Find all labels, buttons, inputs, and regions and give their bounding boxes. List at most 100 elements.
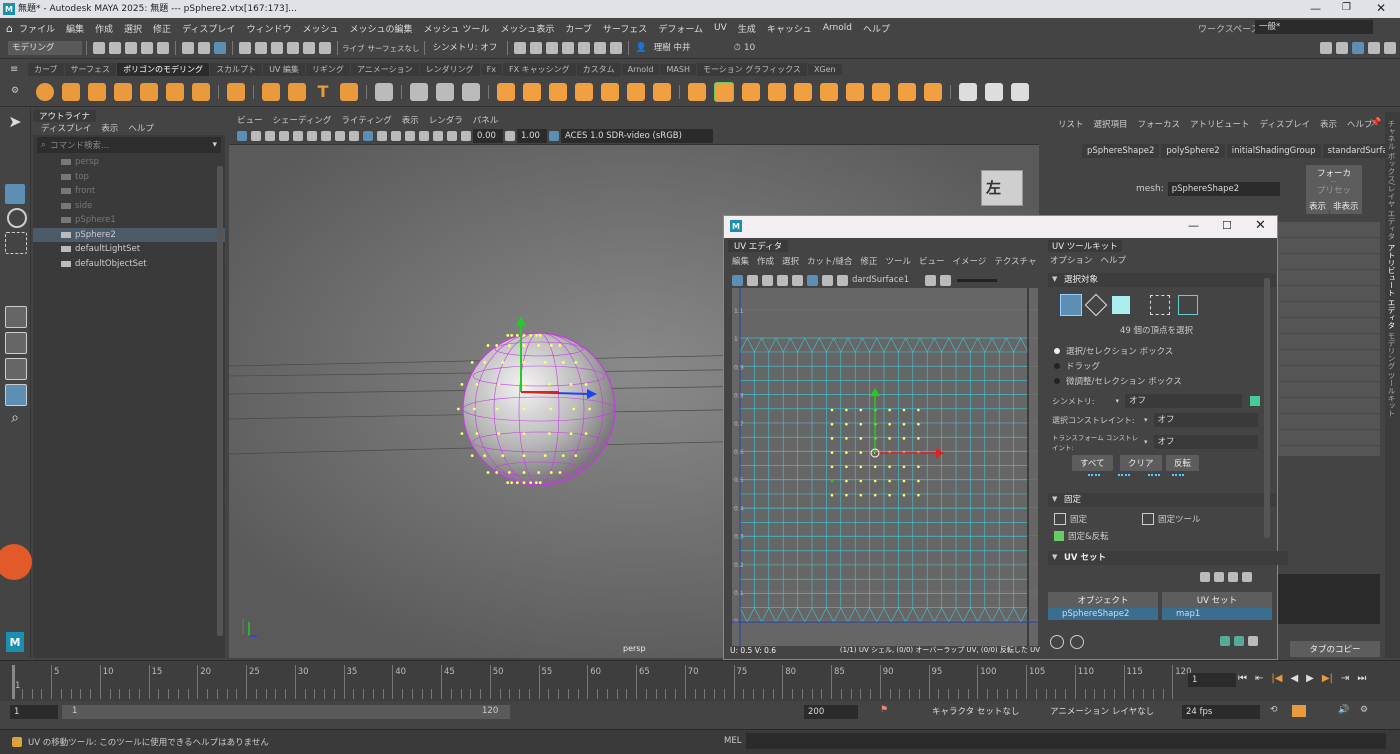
selected-vertex[interactable] — [569, 382, 573, 386]
selected-vertex[interactable] — [549, 471, 553, 474]
maya-home-icon[interactable]: M — [6, 632, 24, 652]
transform-field[interactable]: オフ — [1153, 435, 1258, 449]
outliner-item[interactable]: pSphere2 — [33, 227, 225, 242]
uv-image-icon[interactable] — [837, 274, 848, 286]
outliner-menu-item[interactable]: 表示 — [101, 122, 118, 134]
uv-grid-icon[interactable] — [777, 274, 788, 286]
selected-vertex[interactable] — [584, 382, 588, 386]
uv-slider[interactable] — [957, 278, 998, 282]
arnold-render-icon[interactable] — [593, 42, 606, 54]
range-start-field[interactable]: 1 — [10, 705, 58, 719]
menu-item[interactable]: カーブ — [565, 22, 591, 35]
selected-uv[interactable] — [902, 493, 906, 497]
gamma-icon[interactable] — [505, 131, 515, 141]
uvset-section-header[interactable]: UV セット — [1048, 551, 1288, 565]
menu-item[interactable]: Arnold — [823, 23, 852, 33]
constraint-field[interactable]: オフ — [1153, 413, 1258, 427]
viewport-menu-item[interactable]: パネル — [473, 114, 499, 126]
symmetry-field[interactable]: オフ — [1124, 394, 1243, 408]
auto-key-icon[interactable]: ⚑ — [880, 705, 888, 715]
uvset-name-cell[interactable]: map1 — [1162, 608, 1272, 620]
uv-select-icon[interactable] — [732, 274, 743, 286]
camera-attr-icon[interactable] — [251, 131, 261, 141]
outliner-item[interactable]: side — [33, 199, 225, 214]
selected-uv[interactable] — [859, 479, 863, 483]
gamma-field[interactable]: 1.00 — [517, 129, 547, 143]
poly-cylinder-icon[interactable] — [88, 83, 106, 101]
selected-vertex[interactable] — [495, 407, 499, 411]
attr-tab[interactable]: initialShadingGroup — [1226, 144, 1321, 158]
selected-uv[interactable] — [845, 437, 848, 440]
mel-label[interactable]: MEL — [724, 736, 741, 746]
selected-vertex[interactable] — [522, 382, 526, 386]
shelf-tab[interactable]: XGen — [807, 63, 842, 75]
uv-toolkit-scrollbar[interactable] — [1264, 278, 1270, 538]
menu-item[interactable]: 修正 — [153, 22, 171, 35]
selection-radio[interactable]: 微調整/セレクション ボックス — [1054, 373, 1182, 388]
uvset-object-cell[interactable]: pSphereShape2 — [1048, 608, 1158, 620]
shelf-settings-icon[interactable]: ⚙ — [11, 86, 19, 96]
select-border-icon[interactable] — [1148, 474, 1160, 486]
poly-sphere-icon[interactable] — [36, 83, 54, 101]
new-scene-icon[interactable] — [93, 42, 105, 54]
search-icon[interactable]: ⌕ — [5, 410, 25, 430]
selected-uv[interactable] — [859, 451, 863, 454]
menu-item[interactable]: UV — [714, 23, 727, 33]
selected-vertex[interactable] — [537, 471, 541, 474]
selected-vertex[interactable] — [456, 407, 460, 411]
selected-vertex[interactable] — [522, 471, 526, 474]
selected-vertex[interactable] — [538, 333, 542, 337]
attr-menu-item[interactable]: ディスプレイ — [1260, 118, 1310, 130]
selected-vertex[interactable] — [588, 407, 592, 411]
selected-uv[interactable] — [845, 465, 848, 469]
selected-vertex[interactable] — [543, 361, 547, 364]
uv-close-button[interactable]: ✕ — [1255, 218, 1266, 233]
selected-uv[interactable] — [845, 408, 848, 412]
selected-vertex[interactable] — [549, 344, 553, 347]
menu-item[interactable]: メッシュ ツール — [423, 22, 489, 35]
magnet-icon[interactable] — [319, 42, 331, 54]
paint-select-icon[interactable] — [5, 160, 25, 180]
selected-vertex[interactable] — [574, 361, 578, 364]
append-polygon-icon[interactable] — [794, 83, 812, 101]
selected-uv[interactable] — [902, 479, 906, 483]
uv-minimize-button[interactable]: — — [1188, 219, 1199, 232]
search-input[interactable]: コマンド検索... — [50, 139, 212, 151]
selected-uv[interactable] — [859, 437, 863, 440]
selected-vertex[interactable] — [561, 454, 565, 457]
selected-uv[interactable] — [888, 437, 891, 440]
outliner-menu-item[interactable]: ヘルプ — [128, 122, 154, 134]
ipr-render-icon[interactable] — [545, 42, 558, 54]
film-gate-icon[interactable] — [307, 131, 317, 141]
anim-layer-dropdown[interactable]: アニメーション レイヤなし — [1046, 705, 1176, 719]
selected-vertex[interactable] — [522, 361, 526, 364]
settings-icon[interactable]: ⚙ — [1360, 705, 1368, 715]
ao-icon[interactable] — [419, 131, 429, 141]
fill-hole-icon[interactable] — [768, 83, 786, 101]
shelf-tab[interactable]: Fx — [480, 63, 502, 75]
shelf-menu-icon[interactable]: ≡ — [10, 64, 18, 75]
selected-vertex[interactable] — [522, 432, 526, 436]
boolean-icon[interactable] — [575, 83, 593, 101]
selected-uv[interactable] — [917, 422, 920, 426]
selected-uv[interactable] — [888, 479, 891, 483]
outliner-item[interactable]: persp — [33, 155, 225, 170]
selected-vertex[interactable] — [495, 344, 499, 347]
next-key-icon[interactable]: ▶| — [1322, 673, 1333, 684]
menu-item[interactable]: ディスプレイ — [182, 22, 235, 35]
lasso-tool-icon[interactable] — [5, 136, 25, 156]
selected-vertex[interactable] — [584, 432, 588, 436]
select-hierarchy-icon[interactable] — [182, 42, 194, 54]
exposure-icon[interactable] — [461, 131, 471, 141]
pin-tool-button[interactable]: 固定ツール — [1158, 513, 1201, 525]
uv-menu-item[interactable]: 作成 — [757, 255, 774, 267]
shadows-icon[interactable] — [405, 131, 415, 141]
layout-four-icon[interactable] — [5, 332, 27, 354]
selected-uv[interactable] — [902, 408, 906, 412]
pin-icon[interactable]: 📌 — [1370, 118, 1381, 128]
side-tab-attribute-editor[interactable]: アトリビュート エディタ — [1386, 244, 1397, 329]
time-slider[interactable]: 1 5 10 15 20 25 30 35 40 45 50 55 60 65 70 75 80 85 90 95 10… — [0, 660, 1400, 701]
show-button[interactable]: 表示 — [1306, 198, 1330, 214]
mode-dropdown[interactable]: モデリング — [8, 41, 82, 55]
selection-radio[interactable]: 選択/セレクション ボックス — [1054, 343, 1182, 358]
